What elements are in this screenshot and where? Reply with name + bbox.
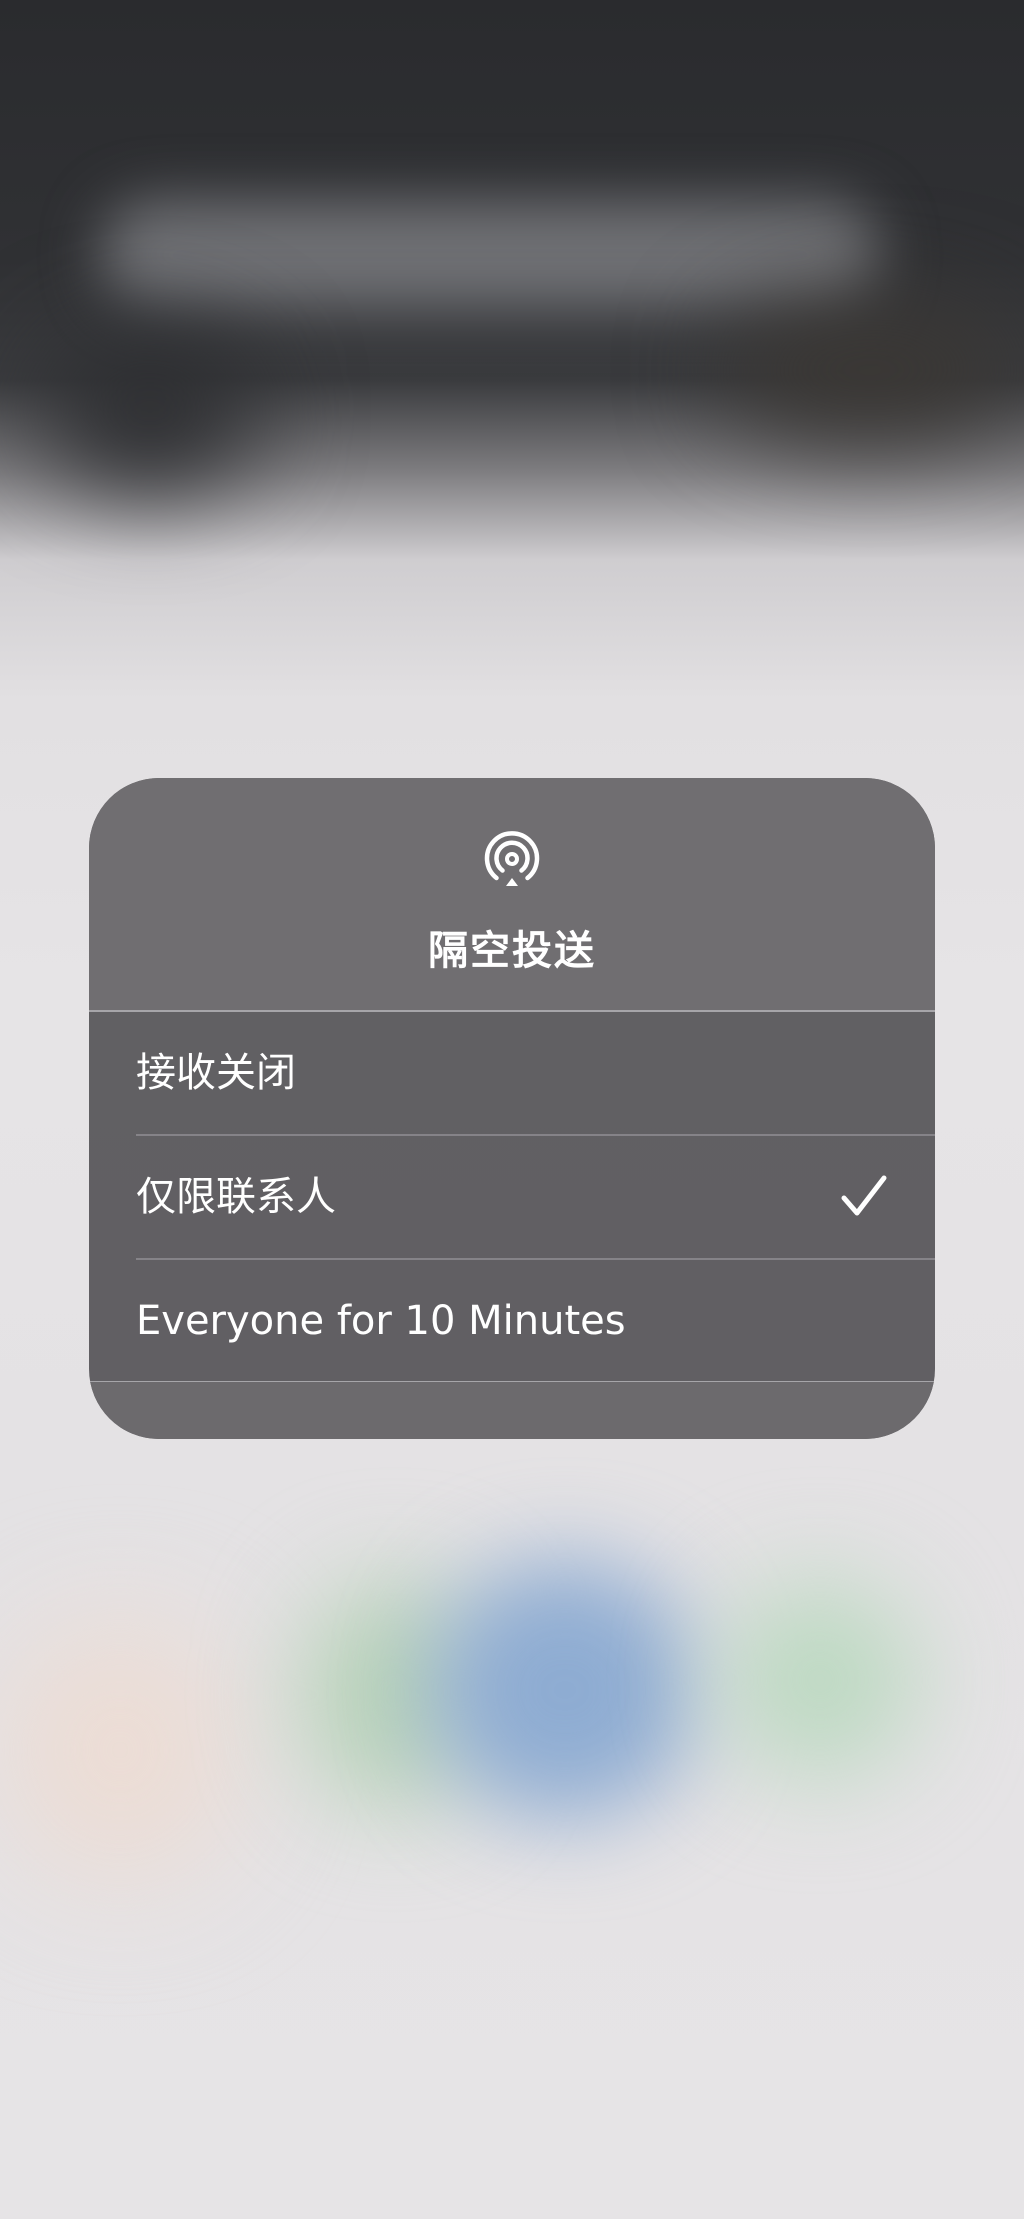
option-label: 接收关闭 [136, 1050, 296, 1096]
background-blur-shape [720, 1580, 920, 1780]
option-label: Everyone for 10 Minutes [136, 1298, 626, 1344]
option-receiving-off[interactable]: 接收关闭 [89, 1012, 935, 1134]
background-blur-shape [100, 200, 880, 310]
option-everyone-10-minutes[interactable]: Everyone for 10 Minutes [89, 1260, 935, 1382]
airdrop-menu: 隔空投送 接收关闭 仅限联系人 Everyone for 10 Minutes [89, 778, 935, 1439]
airdrop-menu-header: 隔空投送 [89, 778, 935, 1010]
airdrop-icon [484, 831, 540, 886]
option-label: 仅限联系人 [136, 1174, 336, 1220]
menu-title: 隔空投送 [428, 928, 596, 974]
background-blur-shape [0, 1620, 240, 1880]
background-blur-shape [40, 330, 260, 490]
background-blur-shape [720, 300, 1020, 440]
option-contacts-only[interactable]: 仅限联系人 [89, 1136, 935, 1258]
checkmark-icon [841, 1175, 887, 1216]
background-blur-shape [430, 1560, 700, 1820]
menu-footer [89, 1382, 935, 1439]
